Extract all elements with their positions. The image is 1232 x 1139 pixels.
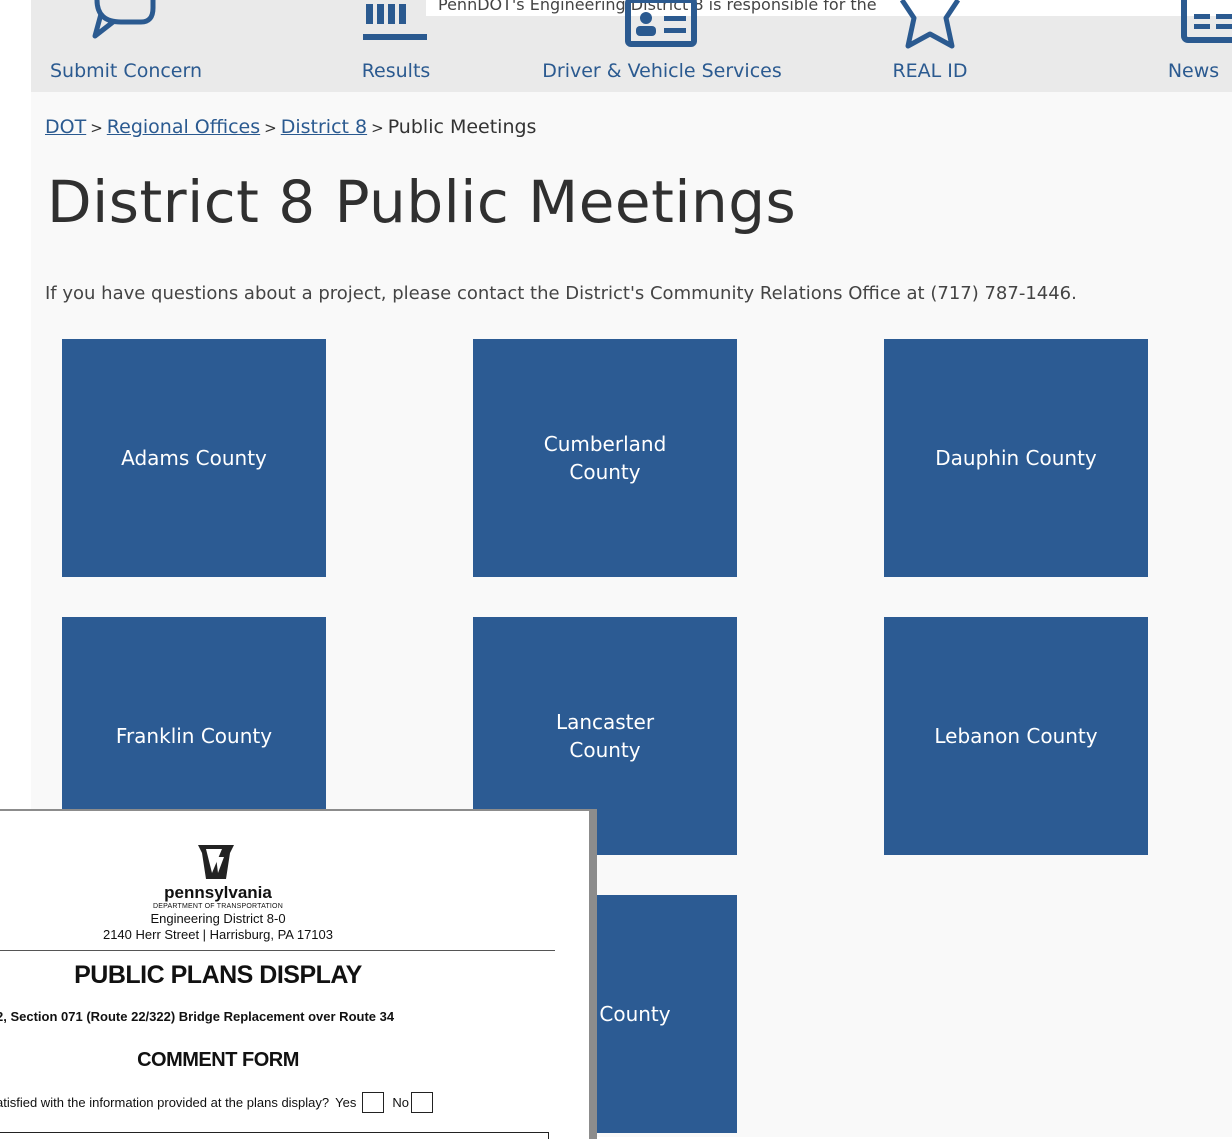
county-tile-adams[interactable]: Adams County (62, 339, 326, 577)
comment-form-document: pennsylvania DEPARTMENT OF TRANSPORTATIO… (0, 809, 597, 1139)
comment-textbox[interactable] (0, 1132, 549, 1139)
nav-news[interactable]: News (1155, 0, 1232, 92)
newspaper-icon (1176, 0, 1232, 53)
page-title: District 8 Public Meetings (47, 168, 797, 236)
intro-text: If you have questions about a project, p… (45, 283, 1077, 304)
speech-bubble-icon (91, 0, 161, 53)
breadcrumb-current: Public Meetings (387, 116, 537, 138)
nav-submit-concern[interactable]: Submit Concern (31, 0, 221, 92)
form-no-label: No (392, 1095, 409, 1110)
form-yes-label: Yes (335, 1095, 357, 1110)
nav-label: Driver & Vehicle Services (542, 60, 782, 82)
no-checkbox[interactable] (410, 1092, 433, 1113)
breadcrumb-link-regional-offices[interactable]: Regional Offices (107, 116, 260, 138)
form-question-text: atisfied with the information provided a… (0, 1095, 330, 1110)
penndot-keystone-logo-icon (196, 843, 236, 886)
county-tile-cumberland[interactable]: Cumberland County (473, 339, 737, 577)
form-wordmark: pennsylvania (164, 883, 272, 902)
star-icon (899, 0, 961, 57)
county-tile-dauphin[interactable]: Dauphin County (884, 339, 1148, 577)
form-subheading: COMMENT FORM (137, 1049, 299, 1071)
form-district: Engineering District 8-0 (150, 911, 286, 926)
breadcrumb-separator: > (264, 119, 277, 137)
breadcrumb-link-dot[interactable]: DOT (45, 116, 86, 138)
nav-label: Results (361, 60, 431, 82)
bar-chart-icon (363, 0, 429, 53)
nav-driver-vehicle-services[interactable]: Driver & Vehicle Services (531, 0, 793, 92)
form-address: 2140 Herr Street | Harrisburg, PA 17103 (102, 927, 334, 942)
nav-label: News (1167, 60, 1220, 82)
breadcrumb-separator: > (371, 119, 384, 137)
county-tile-lebanon[interactable]: Lebanon County (884, 617, 1148, 855)
breadcrumb-link-district-8[interactable]: District 8 (281, 116, 367, 138)
nav-label: REAL ID (892, 60, 968, 82)
form-heading: PUBLIC PLANS DISPLAY (74, 961, 362, 989)
id-card-icon (624, 0, 700, 53)
form-question: atisfied with the information provided a… (0, 1092, 441, 1113)
nav-results[interactable]: Results (331, 0, 461, 92)
breadcrumb-separator: > (90, 119, 103, 137)
form-department: DEPARTMENT OF TRANSPORTATION (153, 903, 283, 910)
top-navigation: PennDOT's Engineering District 8 is resp… (31, 0, 1232, 92)
form-divider (0, 950, 555, 951)
nav-real-id[interactable]: REAL ID (867, 0, 993, 92)
nav-label: Submit Concern (49, 60, 203, 82)
form-project-title: 2, Section 071 (Route 22/322) Bridge Rep… (0, 1009, 395, 1024)
yes-checkbox[interactable] (362, 1092, 385, 1113)
breadcrumb: DOT > Regional Offices > District 8 > Public M… (45, 116, 536, 138)
